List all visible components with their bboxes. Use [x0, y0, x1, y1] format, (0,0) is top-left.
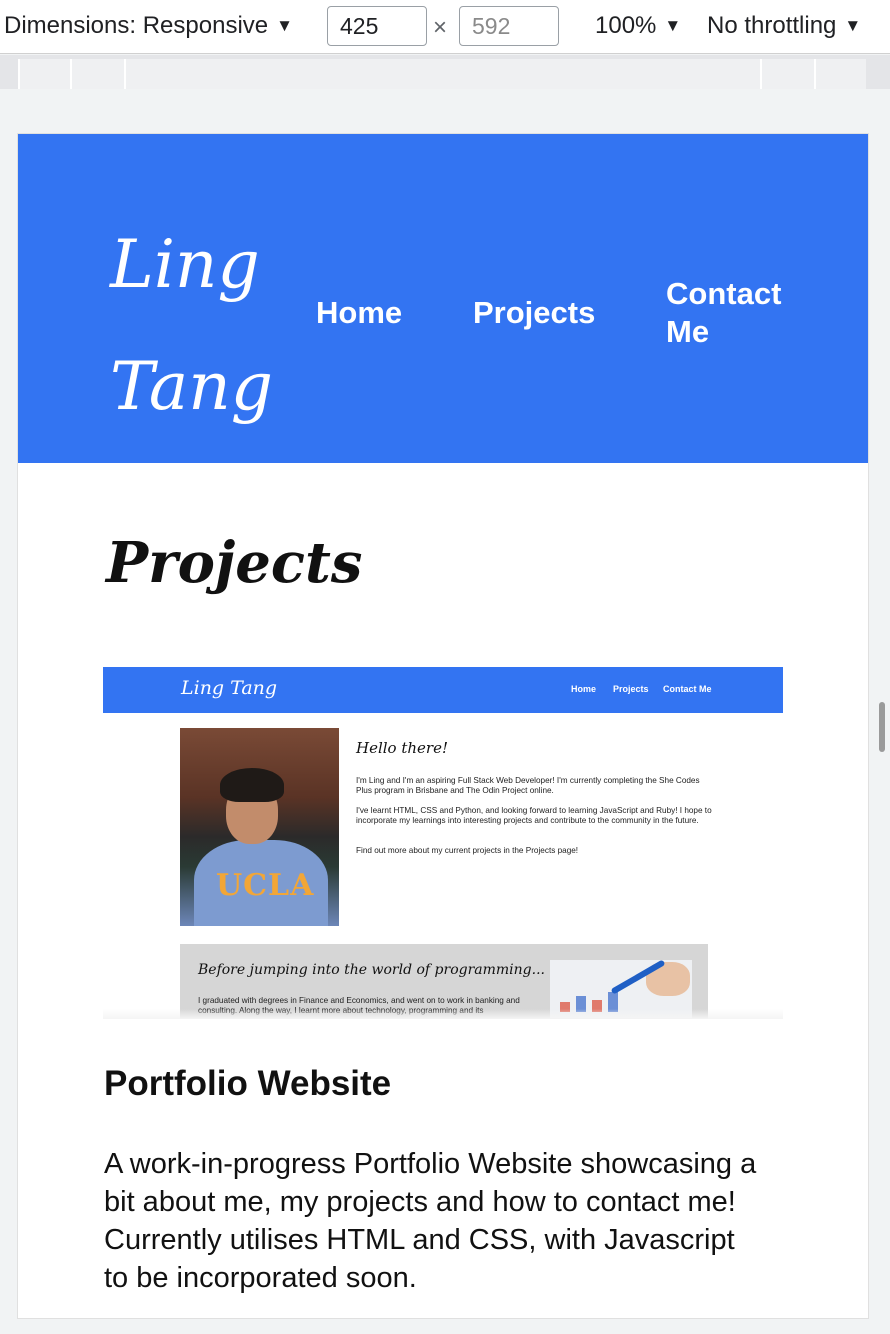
ruler-segment[interactable] — [814, 59, 866, 89]
thumb-logo: Ling Tang — [181, 677, 278, 699]
thumb-background-section: Before jumping into the world of program… — [180, 944, 708, 1019]
nav-contact-line: Me — [666, 314, 710, 349]
times-icon: × — [433, 14, 448, 41]
thumb-greeting: Hello there! — [356, 739, 448, 757]
project-description: A work-in-progress Portfolio Website sho… — [104, 1148, 757, 1294]
devtools-device-toolbar: Dimensions: Responsive ▼ 425 × 592 100% ▼ … — [0, 0, 890, 54]
project-title: Portfolio Website — [104, 1064, 392, 1103]
chevron-down-icon: ▼ — [276, 16, 293, 35]
throttling-label: No throttling — [707, 12, 837, 39]
thumb-nav-home: Home — [571, 684, 597, 694]
logo-line: Ling — [110, 226, 260, 303]
nav-contact-line: Contact — [666, 276, 782, 311]
dimensions-dropdown[interactable]: Dimensions: Responsive ▼ — [4, 12, 293, 40]
thumb-header: Ling Tang Home Projects Contact Me — [103, 667, 783, 713]
thumb-nav-projects: Projects — [613, 684, 649, 694]
zoom-label: 100% — [595, 12, 657, 39]
zoom-dropdown[interactable]: 100% ▼ — [595, 12, 681, 40]
nav-contact-link[interactable]: Contact Me — [666, 275, 781, 351]
sweater-lettering: UCLA — [216, 868, 315, 903]
thumb-paragraph: I've learnt HTML, CSS and Python, and lo… — [356, 806, 712, 825]
width-input[interactable]: 425 — [327, 6, 427, 46]
thumb-section-title: Before jumping into the world of program… — [198, 962, 545, 978]
ruler-segment[interactable] — [760, 59, 814, 89]
thumb-paragraph: Find out more about my current projects … — [356, 846, 579, 855]
throttling-dropdown[interactable]: No throttling ▼ — [707, 12, 861, 40]
height-input[interactable]: 592 — [459, 6, 559, 46]
site-logo[interactable]: Ling Tang — [110, 204, 300, 448]
ruler-segment[interactable] — [124, 59, 760, 89]
chevron-down-icon: ▼ — [664, 16, 682, 35]
profile-photo: UCLA — [180, 728, 339, 926]
media-query-ruler[interactable] — [0, 55, 890, 89]
dimensions-label: Dimensions: Responsive — [4, 12, 269, 39]
nav-projects-link[interactable]: Projects — [473, 294, 595, 332]
site-header: Ling Tang Home Projects Contact Me — [18, 134, 868, 463]
project-screenshot[interactable]: Ling Tang Home Projects Contact Me UCLA … — [103, 667, 783, 1019]
logo-line: Tang — [110, 348, 274, 425]
emulated-page: Ling Tang Home Projects Contact Me Proje… — [17, 133, 869, 1319]
ruler-segment[interactable] — [18, 59, 70, 89]
nav-home-link[interactable]: Home — [316, 294, 402, 332]
page-title: Projects — [106, 530, 363, 596]
ruler-segment[interactable] — [70, 59, 124, 89]
chevron-down-icon: ▼ — [844, 16, 862, 35]
thumb-nav-contact: Contact Me — [663, 684, 712, 694]
thumb-paragraph: I'm Ling and I'm an aspiring Full Stack … — [356, 776, 700, 795]
scrollbar-thumb[interactable] — [879, 702, 885, 752]
